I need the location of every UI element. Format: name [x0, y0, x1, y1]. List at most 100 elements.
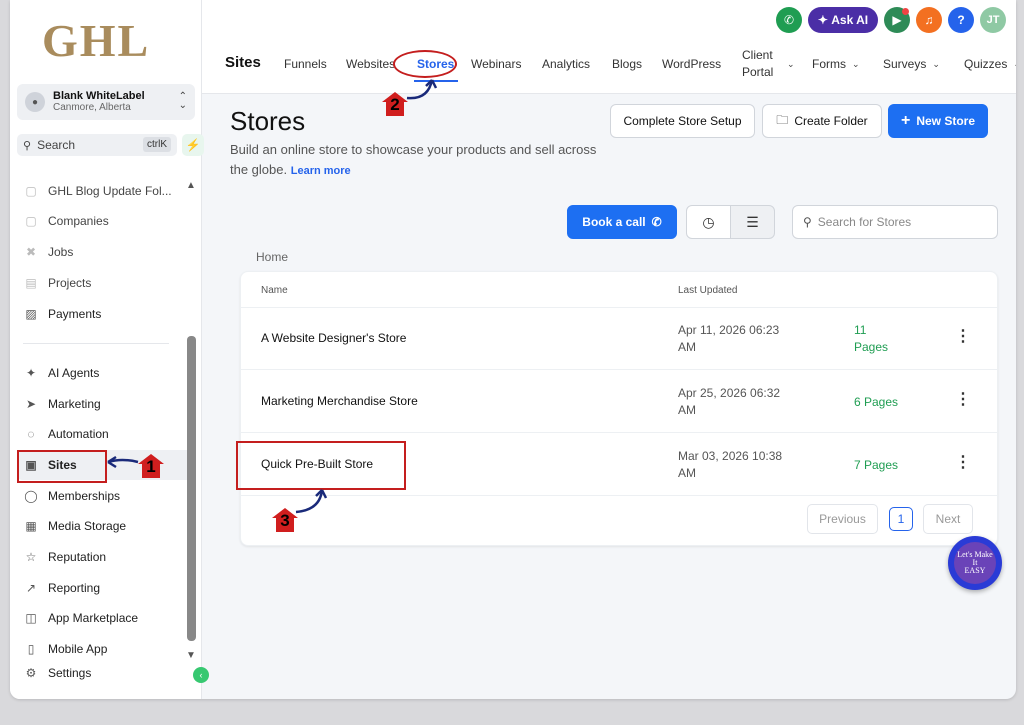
- sidebar-item-mobile-app[interactable]: ▯ Mobile App: [23, 638, 108, 660]
- tab-active-indicator: [414, 80, 458, 82]
- star-icon: ☆: [25, 550, 37, 564]
- next-page-button[interactable]: Next: [923, 504, 973, 534]
- chevron-down-icon[interactable]: ⌄: [781, 46, 795, 82]
- page-count[interactable]: 6 Pages: [854, 394, 898, 411]
- account-name: Blank WhiteLabel: [53, 90, 145, 102]
- automation-icon: ◌: [27, 427, 35, 441]
- tab-forms[interactable]: Forms ⌄: [812, 46, 860, 82]
- sidebar-item-app-marketplace[interactable]: ◫ App Marketplace: [23, 607, 138, 629]
- tab-client-portal[interactable]: Client Portal: [742, 46, 773, 82]
- lightning-icon[interactable]: ⚡: [182, 134, 204, 156]
- tab-blogs[interactable]: Blogs: [612, 46, 642, 82]
- trend-icon: ↗: [25, 581, 37, 595]
- more-vertical-icon[interactable]: ⋮: [955, 454, 971, 472]
- image-icon: ▦: [25, 519, 37, 533]
- table-row[interactable]: A Website Designer's Store Apr 11, 2026 …: [241, 308, 997, 370]
- section-title: Sites: [225, 54, 261, 71]
- user-icon: ●: [25, 92, 45, 112]
- send-icon: ➤: [25, 397, 37, 411]
- sidebar-item-automation[interactable]: ◌ Automation: [23, 423, 108, 445]
- book-call-button[interactable]: Book a call ✆: [567, 205, 677, 239]
- page-count[interactable]: 7 Pages: [854, 457, 898, 474]
- scroll-up-icon[interactable]: ▲: [186, 180, 196, 191]
- sidebar-item-payments[interactable]: ▨ Payments: [23, 303, 101, 325]
- last-updated: Apr 11, 2026 06:23 AM: [678, 323, 780, 354]
- more-vertical-icon[interactable]: ⋮: [955, 328, 971, 346]
- learn-more-link[interactable]: Learn more: [291, 165, 351, 177]
- last-updated: Mar 03, 2026 10:38 AM: [678, 449, 783, 480]
- gear-icon: ⚙: [25, 666, 37, 680]
- more-vertical-icon[interactable]: ⋮: [955, 391, 971, 409]
- sidebar-item-blog-folder[interactable]: ▢ GHL Blog Update Fol...: [23, 180, 171, 202]
- scroll-down-icon[interactable]: ▼: [186, 650, 196, 661]
- recent-clock-button[interactable]: ◷: [686, 205, 731, 239]
- tools-icon: ✖: [25, 245, 37, 259]
- sidebar-item-settings[interactable]: ⚙ Settings: [23, 662, 92, 684]
- chevron-updown-icon: ⌃ ⌄: [178, 91, 187, 111]
- list-view-button[interactable]: ☰: [730, 205, 775, 239]
- new-store-button[interactable]: + New Store: [888, 104, 988, 138]
- lets-make-it-easy-badge[interactable]: Let's Make It EASY: [948, 536, 1002, 590]
- chevron-down-icon: ⌄: [852, 58, 860, 69]
- receipt-icon: ▨: [25, 307, 37, 321]
- sidebar-item-reputation[interactable]: ☆ Reputation: [23, 546, 106, 568]
- list-icon: ☰: [746, 213, 759, 230]
- phone-call-icon[interactable]: ✆: [776, 7, 802, 33]
- complete-store-setup-button[interactable]: Complete Store Setup: [610, 104, 755, 138]
- column-last-updated[interactable]: Last Updated: [678, 285, 738, 296]
- table-row[interactable]: Marketing Merchandise Store Apr 25, 2026…: [241, 371, 997, 433]
- sidebar-item-ai-agents[interactable]: ✦ AI Agents: [23, 362, 99, 384]
- ask-ai-button[interactable]: ✦ Ask AI: [808, 7, 878, 33]
- cube-icon: ▢: [25, 214, 37, 228]
- sidebar-item-memberships[interactable]: ◯ Memberships: [23, 485, 120, 507]
- stores-table: Name Last Updated A Website Designer's S…: [240, 271, 998, 546]
- sidebar-item-marketing[interactable]: ➤ Marketing: [23, 393, 101, 415]
- sidebar-item-jobs[interactable]: ✖ Jobs: [23, 241, 73, 263]
- sidebar-scrollbar[interactable]: [187, 336, 196, 641]
- store-name[interactable]: Marketing Merchandise Store: [261, 394, 418, 408]
- tab-websites[interactable]: Websites: [346, 46, 395, 82]
- chevron-down-icon: ⌄: [1013, 59, 1016, 70]
- tab-wordpress[interactable]: WordPress: [662, 46, 721, 82]
- sidebar-search[interactable]: ⚲ Search ctrlK: [17, 134, 177, 156]
- tab-surveys[interactable]: Surveys ⌄: [883, 46, 940, 82]
- sidebar-item-projects[interactable]: ▤ Projects: [23, 272, 91, 294]
- page-title: Stores: [230, 106, 306, 136]
- brand-logo: GHL: [42, 15, 151, 66]
- tab-funnels[interactable]: Funnels: [284, 46, 327, 82]
- account-location: Canmore, Alberta: [53, 102, 131, 113]
- column-name[interactable]: Name: [261, 285, 288, 296]
- help-button[interactable]: ?: [948, 7, 974, 33]
- sidebar-divider: [23, 343, 169, 344]
- table-header: Name Last Updated: [241, 272, 997, 308]
- cube-icon: ▢: [25, 184, 37, 198]
- annotation-box-sites: [17, 450, 107, 483]
- search-stores-input[interactable]: ⚲ Search for Stores: [792, 205, 998, 239]
- tab-quizzes[interactable]: Quizzes⌄: [964, 46, 1016, 82]
- page-count[interactable]: 11 Pages: [854, 322, 888, 356]
- sidebar-item-media-storage[interactable]: ▦ Media Storage: [23, 515, 126, 537]
- tab-analytics[interactable]: Analytics: [542, 46, 590, 82]
- account-switcher[interactable]: ● Blank WhiteLabel Canmore, Alberta ⌃ ⌄: [17, 84, 195, 120]
- phone-icon: ▯: [27, 642, 35, 656]
- previous-page-button[interactable]: Previous: [807, 504, 878, 534]
- megaphone-icon[interactable]: ▶: [884, 7, 910, 33]
- sidebar-search-label: Search: [37, 138, 76, 152]
- chevron-down-icon: ⌄: [932, 58, 940, 69]
- bell-icon[interactable]: ♫: [916, 7, 942, 33]
- clock-icon: ◷: [702, 213, 715, 230]
- tab-webinars[interactable]: Webinars: [471, 46, 521, 82]
- breadcrumb[interactable]: Home: [256, 250, 288, 264]
- page-number-button[interactable]: 1: [889, 507, 913, 531]
- create-folder-button[interactable]: 🗀 Create Folder: [762, 104, 882, 138]
- store-name[interactable]: A Website Designer's Store: [261, 331, 406, 345]
- plus-icon: +: [900, 112, 911, 129]
- top-bar: ✆ ✦ Ask AI ▶ ♫ ? JT Sites Funnels Websit…: [202, 0, 1016, 94]
- avatar[interactable]: JT: [980, 7, 1006, 33]
- sparkle-icon: ✦: [25, 366, 37, 380]
- sparkle-icon: ✦: [817, 13, 832, 27]
- sidebar-item-reporting[interactable]: ↗ Reporting: [23, 577, 100, 599]
- sidebar-item-companies[interactable]: ▢ Companies: [23, 210, 108, 232]
- phone-call-icon: ✆: [651, 215, 662, 229]
- step-badge-2: 2: [382, 92, 408, 116]
